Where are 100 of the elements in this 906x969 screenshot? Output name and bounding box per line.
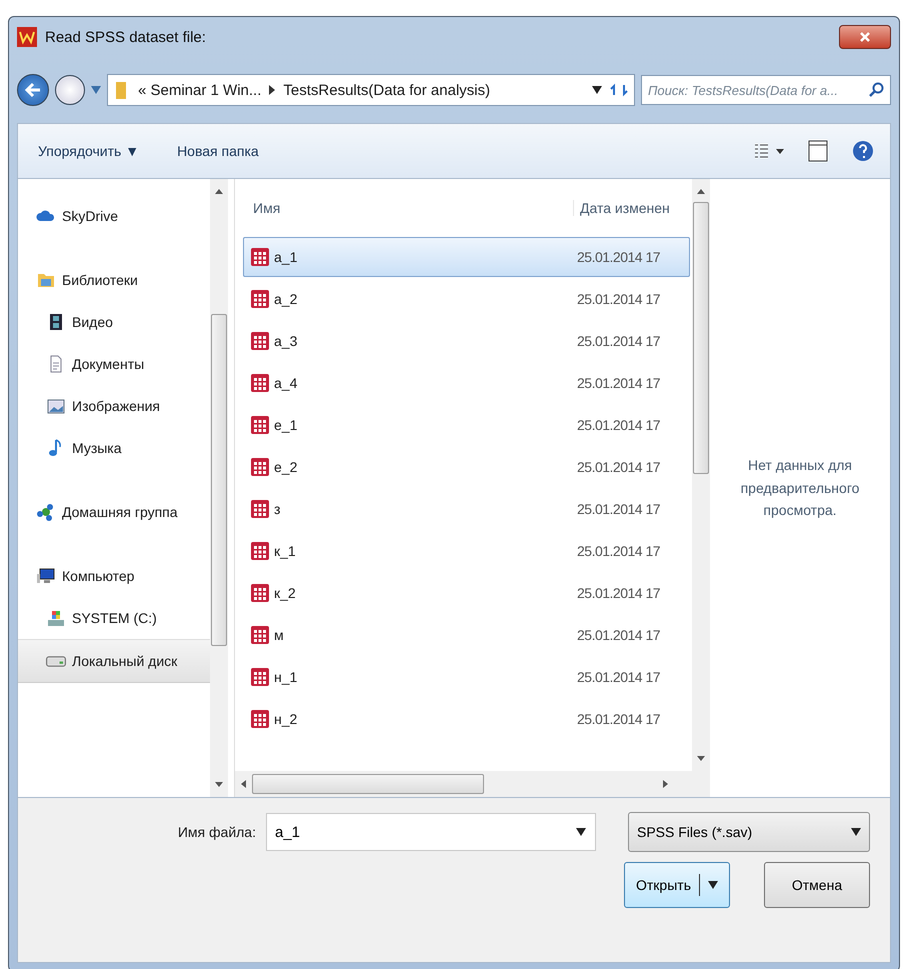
app-logo-icon [17, 27, 37, 47]
breadcrumb[interactable]: TestsResults(Data for analysis) [283, 82, 490, 98]
spreadsheet-icon [250, 541, 270, 561]
chevron-right-icon [269, 85, 276, 95]
file-row[interactable]: e_1 25.01.2014 17 [243, 405, 690, 445]
open-button[interactable]: Открыть [624, 862, 730, 908]
file-name: к_1 [274, 543, 297, 559]
file-name: e_2 [274, 459, 298, 475]
sidebar-item[interactable]: SkyDrive [18, 195, 210, 237]
back-arrow-icon [24, 82, 42, 98]
file-date: 25.01.2014 17 [577, 417, 662, 433]
file-date: 25.01.2014 17 [577, 501, 662, 517]
file-date: 25.01.2014 17 [577, 291, 662, 307]
file-date: 25.01.2014 17 [577, 711, 662, 727]
new-folder-button[interactable]: Новая папка [173, 139, 263, 163]
scroll-up-arrow-icon[interactable] [215, 189, 223, 194]
file-row[interactable]: к_2 25.01.2014 17 [243, 573, 690, 613]
file-date: 25.01.2014 17 [577, 585, 662, 601]
sidebar-item[interactable]: Домашняя группа [18, 491, 210, 533]
file-date: 25.01.2014 17 [577, 459, 662, 475]
file-row[interactable]: к_1 25.01.2014 17 [243, 531, 690, 571]
file-date: 25.01.2014 17 [577, 669, 662, 685]
file-name: н_2 [274, 711, 298, 727]
scroll-left-arrow-icon[interactable] [241, 780, 246, 788]
file-name: к_2 [274, 585, 297, 601]
column-header[interactable]: Имя [235, 200, 573, 216]
file-name: a_3 [274, 333, 298, 349]
spreadsheet-icon [250, 625, 270, 645]
address-bar[interactable]: « Seminar 1 Win... TestsResults(Data for analysis) [107, 74, 635, 106]
sidebar-item[interactable]: SYSTEM (C:) [18, 597, 210, 639]
system-drive-icon [46, 608, 66, 628]
file-row[interactable]: a_4 25.01.2014 17 [243, 363, 690, 403]
field-label: Имя файла: [178, 824, 256, 840]
scroll-down-arrow-icon[interactable] [215, 782, 223, 787]
preview-message: Нет данных для предварительного просмотра. [740, 456, 860, 520]
computer-icon [36, 566, 56, 586]
file-type-dropdown[interactable]: SPSS Files (*.sav) [628, 812, 870, 852]
file-name: м [274, 627, 285, 643]
scrollbar[interactable] [210, 179, 228, 797]
file-date: 25.01.2014 17 [577, 249, 662, 265]
cancel-button[interactable]: Отмена [764, 862, 870, 908]
scroll-down-arrow-icon[interactable] [697, 756, 705, 761]
search-field[interactable]: Поиск: TestsResults(Data for a... [641, 75, 891, 105]
preview-pane-icon[interactable] [808, 140, 828, 162]
file-name: a_1 [274, 249, 298, 265]
file-row[interactable]: з 25.01.2014 17 [243, 489, 690, 529]
file-row[interactable]: м 25.01.2014 17 [243, 615, 690, 655]
file-row[interactable]: a_3 25.01.2014 17 [243, 321, 690, 361]
search-icon [869, 82, 885, 98]
file-row[interactable]: e_2 25.01.2014 17 [243, 447, 690, 487]
file-row[interactable]: н_1 25.01.2014 17 [243, 657, 690, 697]
drive-icon [46, 656, 66, 666]
spreadsheet-icon [250, 415, 270, 435]
organize-menu-button[interactable]: Упорядочить ▼ [34, 139, 144, 163]
spreadsheet-icon [250, 247, 270, 267]
spreadsheet-icon [250, 667, 270, 687]
file-name: e_1 [274, 417, 298, 433]
dropdown-caret-icon [851, 828, 861, 836]
file-date: 25.01.2014 17 [577, 375, 662, 391]
scrollbar[interactable] [692, 179, 710, 771]
file-row[interactable]: a_2 25.01.2014 17 [243, 279, 690, 319]
help-icon[interactable] [852, 140, 874, 162]
scroll-up-arrow-icon[interactable] [697, 189, 705, 194]
file-date: 25.01.2014 17 [577, 333, 662, 349]
sidebar-item[interactable]: Музыка [18, 427, 210, 469]
spreadsheet-icon [250, 457, 270, 477]
spreadsheet-icon [250, 331, 270, 351]
spreadsheet-icon [250, 499, 270, 519]
sidebar-item[interactable]: Локальный диск [18, 639, 210, 683]
close-icon [859, 31, 871, 43]
horizontal-scrollbar[interactable] [235, 771, 710, 797]
breadcrumb[interactable]: « Seminar 1 Win... [138, 82, 262, 98]
file-name: a_2 [274, 291, 298, 307]
file-name: н_1 [274, 669, 298, 685]
spreadsheet-icon [250, 583, 270, 603]
file-row[interactable]: a_1 25.01.2014 17 [243, 237, 690, 277]
network-icon [36, 502, 56, 522]
window-title: Read SPSS dataset file: [45, 28, 206, 46]
dropdown-caret-icon [576, 828, 586, 836]
spreadsheet-icon [250, 373, 270, 393]
view-options-icon[interactable] [754, 143, 784, 159]
scroll-right-arrow-icon[interactable] [663, 780, 668, 788]
sidebar-item[interactable]: Библиотеки [18, 259, 210, 301]
back-button[interactable] [17, 74, 49, 106]
file-row[interactable]: н_2 25.01.2014 17 [243, 699, 690, 739]
dropdown-caret-icon [91, 86, 101, 94]
sidebar-item[interactable]: Компьютер [18, 555, 210, 597]
dropdown-caret-icon [708, 881, 718, 889]
refresh-icon [610, 81, 628, 99]
sidebar-item[interactable]: Документы [18, 343, 210, 385]
sidebar-item[interactable]: Изображения [18, 385, 210, 427]
file-name: a_4 [274, 375, 298, 391]
file-date: 25.01.2014 17 [577, 627, 662, 643]
filename-field[interactable]: a_1 [266, 813, 596, 851]
dropdown-caret-icon [592, 86, 602, 94]
close-button[interactable] [839, 25, 891, 49]
forward-button[interactable] [55, 75, 85, 105]
sidebar-item[interactable]: Видео [18, 301, 210, 343]
file-date: 25.01.2014 17 [577, 543, 662, 559]
file-name: з [274, 501, 282, 517]
